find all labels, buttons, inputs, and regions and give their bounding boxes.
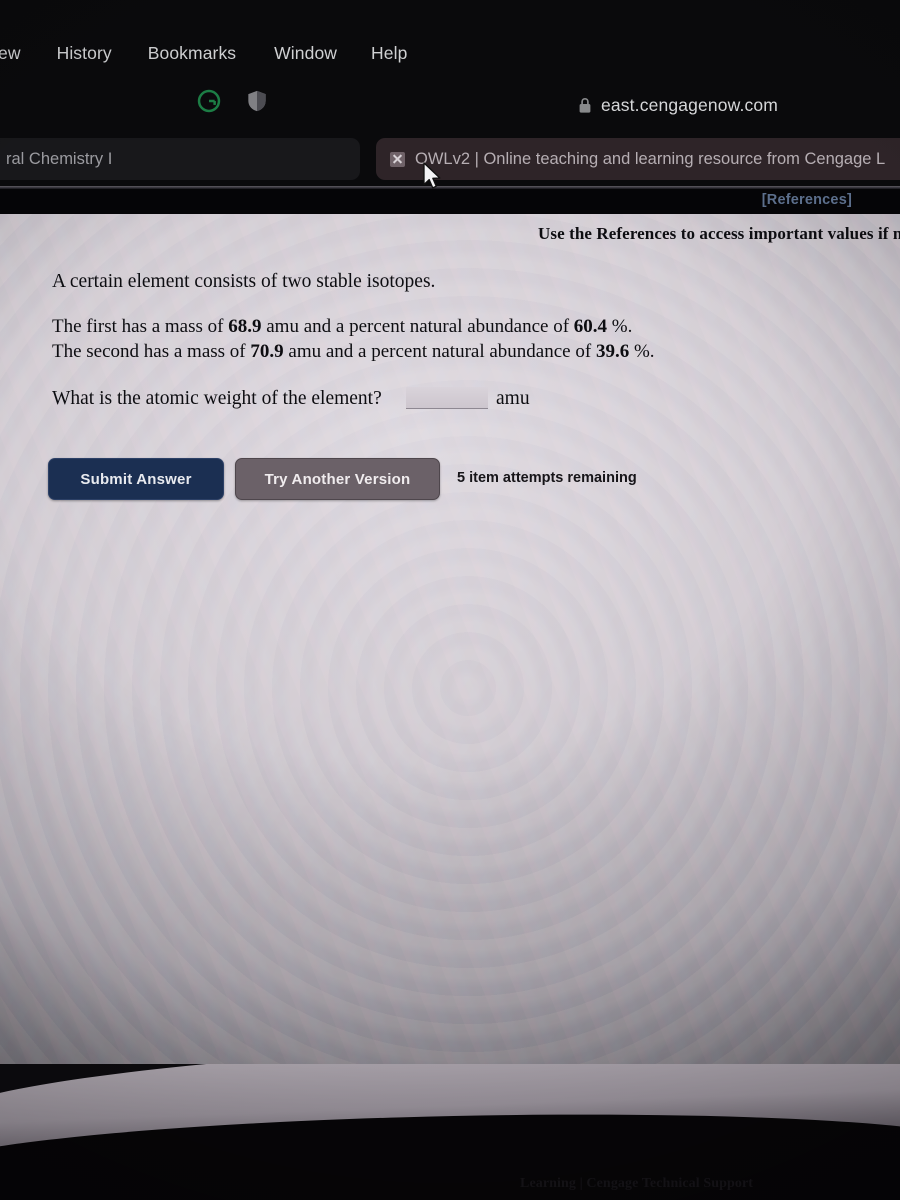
grammarly-icon[interactable] xyxy=(196,88,222,114)
menu-item-history[interactable]: History xyxy=(47,43,122,64)
address-url-text: east.cengagenow.com xyxy=(601,94,778,115)
tab-owlv2-label: OWLv2 | Online teaching and learning res… xyxy=(415,149,886,168)
menu-item-view[interactable]: ew xyxy=(0,43,31,64)
isotope-2-middle: amu and a percent natural abundance of xyxy=(283,341,596,362)
isotope-2-abundance: 39.6 xyxy=(595,341,630,362)
isotope-1-middle: amu and a percent natural abundance of xyxy=(261,316,574,337)
references-instruction-text: Use the References to access important v… xyxy=(538,224,900,243)
question-prompt-text: What is the atomic weight of the element… xyxy=(52,388,382,409)
tab-general-chemistry[interactable]: ral Chemistry I xyxy=(0,138,360,180)
isotope-2-statement: The second has a mass of 70.9 amu and a … xyxy=(52,341,655,363)
menu-bar: ew History Bookmarks Window Help xyxy=(0,36,900,70)
tab-owlv2[interactable]: OWLv2 | Online teaching and learning res… xyxy=(376,138,900,180)
submit-answer-label: Submit Answer xyxy=(80,470,192,488)
tab-favicon-icon xyxy=(390,151,405,167)
isotope-2-mass: 70.9 xyxy=(250,341,284,362)
submit-answer-button[interactable]: Submit Answer xyxy=(48,458,224,500)
extension-icon-group xyxy=(196,88,270,114)
answer-unit-label: amu xyxy=(496,388,530,409)
isotope-1-prefix: The first has a mass of xyxy=(52,316,229,337)
screen-bottom-bezel: Learning | Cengage Technical Support xyxy=(0,1064,900,1200)
menu-item-bookmarks[interactable]: Bookmarks xyxy=(138,43,246,64)
arrow-cursor xyxy=(422,162,444,192)
references-band: [References] xyxy=(0,189,900,214)
shield-icon[interactable] xyxy=(244,88,270,114)
isotope-1-statement: The first has a mass of 68.9 amu and a p… xyxy=(52,316,632,338)
lock-icon xyxy=(578,97,592,114)
try-another-version-button[interactable]: Try Another Version xyxy=(235,458,440,500)
photographed-laptop-screen: ew History Bookmarks Window Help east.ce… xyxy=(0,0,900,1200)
tab-general-chemistry-label: ral Chemistry I xyxy=(6,149,113,168)
problem-intro-text: A certain element consists of two stable… xyxy=(52,271,436,292)
chemistry-problem: Use the References to access important v… xyxy=(0,214,900,1076)
isotope-1-abundance: 60.4 xyxy=(573,316,608,337)
menu-item-window[interactable]: Window xyxy=(264,43,347,64)
references-link[interactable]: [References] xyxy=(762,192,852,208)
tab-strip: ral Chemistry I OWLv2 | Online teaching … xyxy=(0,138,900,182)
isotope-2-suffix: %. xyxy=(629,341,655,362)
isotope-1-suffix: %. xyxy=(607,316,633,337)
isotope-1-mass: 68.9 xyxy=(228,316,262,337)
try-another-version-label: Try Another Version xyxy=(264,470,411,488)
attempts-remaining-text: 5 item attempts remaining xyxy=(457,470,637,486)
address-bar[interactable]: east.cengagenow.com xyxy=(578,92,778,118)
browser-chrome: ew History Bookmarks Window Help east.ce… xyxy=(0,0,900,190)
page-footer-text: Learning | Cengage Technical Support xyxy=(520,1176,754,1191)
isotope-2-prefix: The second has a mass of xyxy=(52,341,251,362)
atomic-weight-answer-input[interactable] xyxy=(406,387,488,409)
page-content-area: Use the References to access important v… xyxy=(0,214,900,1076)
browser-toolbar: east.cengagenow.com xyxy=(0,84,900,126)
menu-item-help[interactable]: Help xyxy=(361,43,417,64)
